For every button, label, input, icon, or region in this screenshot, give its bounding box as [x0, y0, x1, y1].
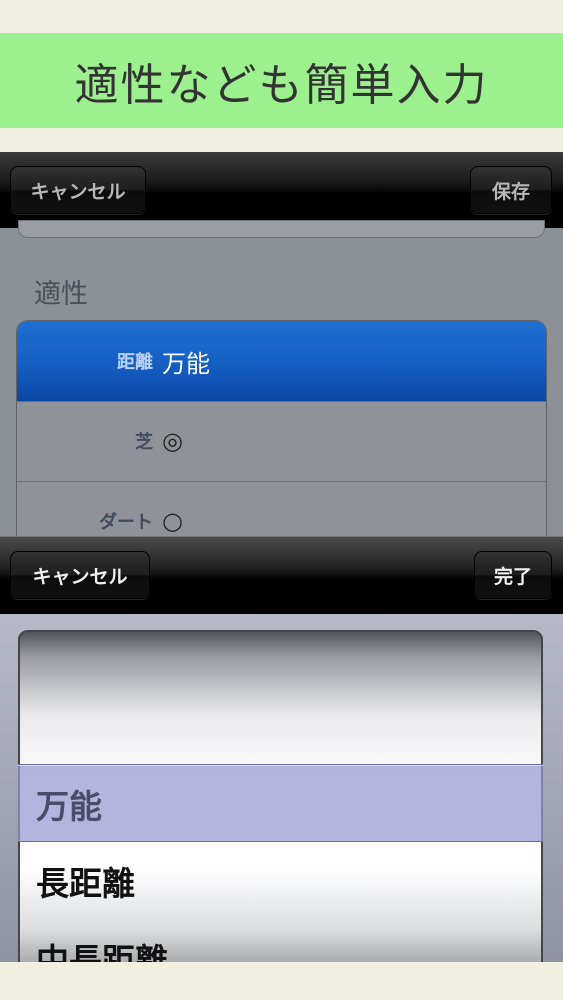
- save-button[interactable]: 保存: [470, 166, 552, 214]
- app-screen: キャンセル 保存 適性 距離 万能 芝 ◎ ダート ○ キャンセル 完了 万能: [0, 152, 563, 962]
- row-distance[interactable]: 距離 万能: [17, 321, 546, 402]
- section-title: 適性: [34, 279, 88, 310]
- picker-item-selected[interactable]: 万能: [36, 780, 102, 828]
- picker-item[interactable]: 長距離: [36, 857, 135, 905]
- form-area: 適性 距離 万能 芝 ◎ ダート ○: [0, 220, 563, 562]
- done-button[interactable]: 完了: [474, 551, 552, 599]
- top-navigation-bar: キャンセル 保存: [0, 152, 563, 228]
- aptitude-group: 距離 万能 芝 ◎ ダート ○: [16, 320, 547, 562]
- picker-cancel-button[interactable]: キャンセル: [10, 551, 150, 599]
- picker-toolbar: キャンセル 完了: [0, 536, 563, 615]
- picker: 万能 長距離 中長距離: [0, 614, 563, 962]
- row-value: ◎: [162, 427, 183, 455]
- row-label: 距離: [117, 352, 153, 373]
- previous-group-edge: [18, 220, 545, 238]
- row-turf[interactable]: 芝 ◎: [17, 401, 546, 482]
- cancel-button[interactable]: キャンセル: [10, 166, 146, 214]
- promo-banner: 適性なども簡単入力: [0, 33, 563, 128]
- banner-title: 適性なども簡単入力: [74, 59, 489, 111]
- row-value: 万能: [162, 349, 210, 378]
- picker-item[interactable]: 中長距離: [36, 934, 168, 962]
- row-label: 芝: [135, 432, 153, 453]
